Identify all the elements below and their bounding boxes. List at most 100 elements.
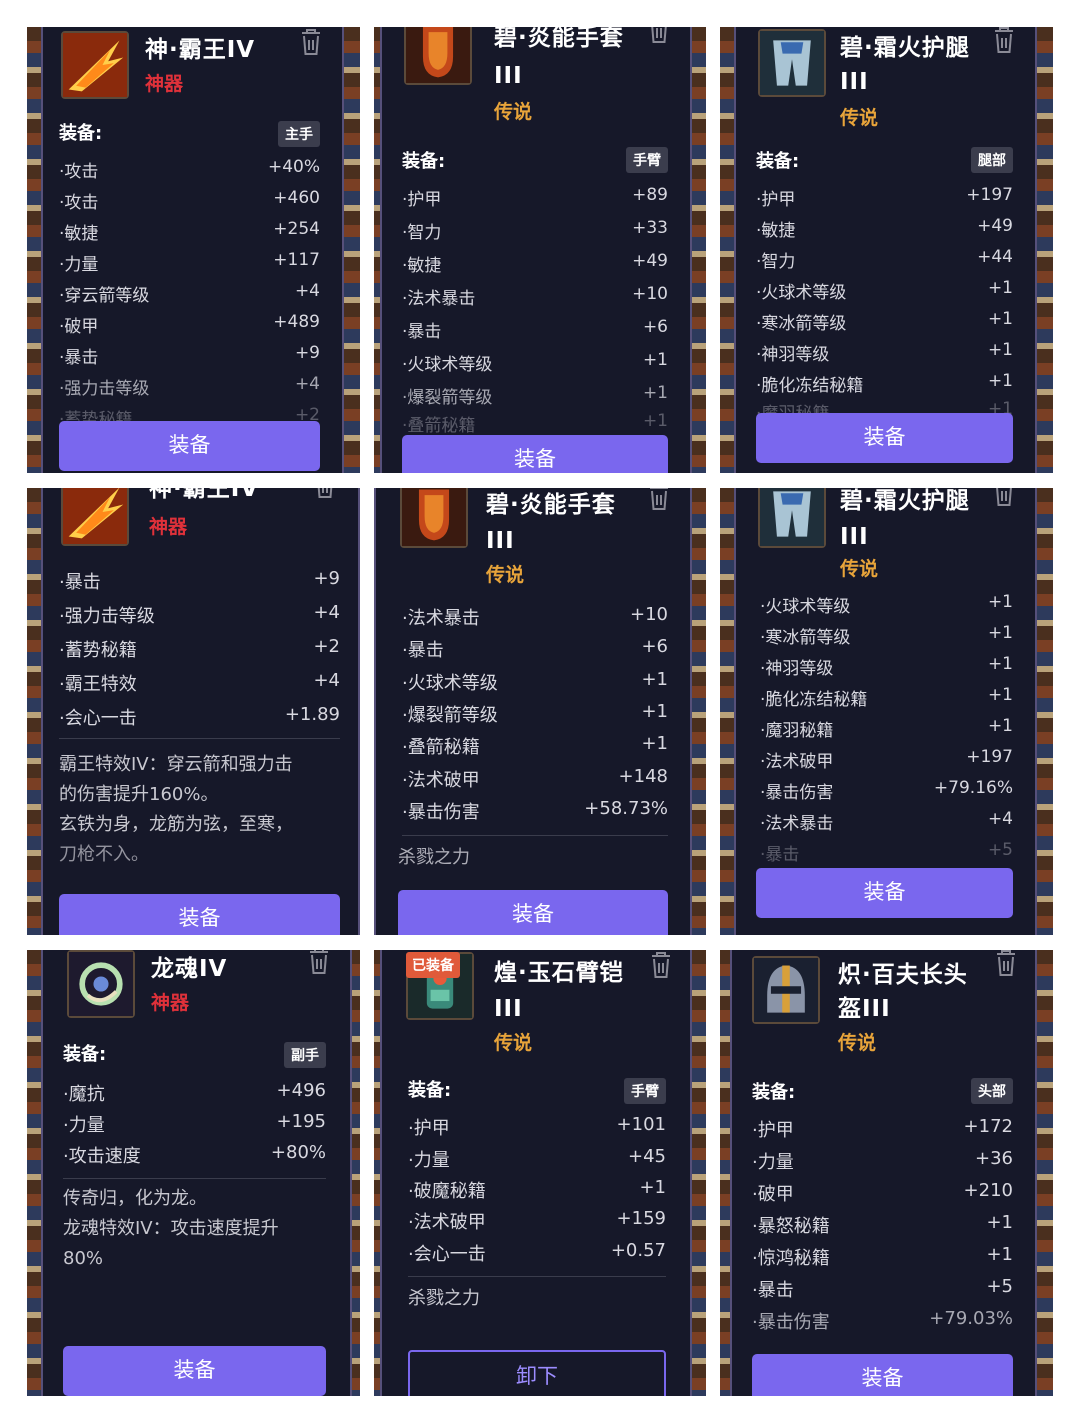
stat-row: ·护甲 +101 xyxy=(408,1114,666,1139)
stat-row: ·护甲 +197 xyxy=(756,185,1013,210)
equip-button[interactable]: 装备 xyxy=(59,421,320,471)
screenshot-panel-4: 神·霸王IV 神器 ·暴击 +9 ·强力击等级 +4 ·蓄势秘籍 +2 ·霸王特效 +4… xyxy=(27,488,360,935)
item-card: 碧·霜火护腿 III 传说 ·火球术等级 +1 ·寒冰箭等级 +1 ·神羽等级 +1 … xyxy=(734,488,1037,935)
screenshot-panel-2: 碧·炎能手套 III 传说 装备: 手臂 ·护甲 +89 ·智力 +33 ·敏捷 +4… xyxy=(374,27,706,473)
stat-row: ·脆化冻结秘籍 +1 xyxy=(760,685,1013,710)
stat-row: ·神羽等级 +1 xyxy=(756,340,1013,365)
stat-row: ·攻击 +460 xyxy=(59,188,320,213)
stat-row: ·脆化冻结秘籍 +1 xyxy=(756,371,1013,396)
item-card: 碧·炎能手套 III 传说 ·法术暴击 +10 ·暴击 +6 ·火球术等级 +1 ·爆… xyxy=(374,488,692,935)
item-title-line2: 盔III xyxy=(838,996,891,1022)
stat-row: ·暴击 +9 xyxy=(59,343,320,368)
item-title-line2: III xyxy=(494,996,523,1022)
stat-row: ·暴击伤害 +79.16% xyxy=(760,778,1013,803)
stat-row: ·攻击 +40% xyxy=(59,157,320,182)
slot-badge: 头部 xyxy=(971,1078,1013,1104)
stat-row: ·敏捷 +49 xyxy=(756,216,1013,241)
item-rarity: 神器 xyxy=(151,992,190,1014)
stat-row: ·神羽等级 +1 xyxy=(760,654,1013,679)
equip-label: 装备: xyxy=(756,151,800,172)
stat-row: ·力量 +195 xyxy=(63,1111,326,1136)
stat-row: ·会心一击 +1.89 xyxy=(59,704,340,729)
divider xyxy=(402,835,668,836)
divider xyxy=(408,1276,666,1277)
item-description: 杀戮之力 xyxy=(408,1288,480,1309)
trash-icon[interactable] xyxy=(989,488,1019,508)
equip-label: 装备: xyxy=(402,151,446,172)
item-card: 龙魂IV 神器 装备: 副手 ·魔抗 +496 ·力量 +195 ·攻击速度 +80%… xyxy=(41,950,352,1396)
stats-list: ·魔抗 +496 ·力量 +195 ·攻击速度 +80% xyxy=(63,1080,326,1180)
item-rarity: 神器 xyxy=(145,73,184,95)
slot-badge: 手臂 xyxy=(624,1078,666,1104)
stat-row: ·智力 +44 xyxy=(756,247,1013,272)
item-title: 神·霸王IV xyxy=(145,37,256,63)
stats-list: ·暴击 +9 ·强力击等级 +4 ·蓄势秘籍 +2 ·霸王特效 +4 ·会心一击 +1.8… xyxy=(59,568,340,738)
stats-list: ·攻击 +40% ·攻击 +460 ·敏捷 +254 ·力量 +117 ·穿云箭等级 +4… xyxy=(59,157,320,430)
dragon-soul-icon xyxy=(67,950,135,1018)
stat-row: ·破魔秘籍 +1 xyxy=(408,1177,666,1202)
equip-button[interactable]: 装备 xyxy=(402,435,668,473)
stat-row: ·暴击伤害 +58.73% xyxy=(402,798,668,823)
trash-icon[interactable] xyxy=(991,950,1021,978)
stat-row: ·力量 +117 xyxy=(59,250,320,275)
equip-button[interactable]: 装备 xyxy=(756,413,1013,463)
unequip-button[interactable]: 卸下 xyxy=(408,1350,666,1396)
trash-icon[interactable] xyxy=(644,488,674,512)
gauntlet-icon xyxy=(404,27,472,85)
stat-row: ·火球术等级 +1 xyxy=(402,669,668,694)
stat-row: ·爆裂箭等级 +1 xyxy=(402,701,668,726)
stat-row: ·火球术等级 +1 xyxy=(756,278,1013,303)
item-title: 碧·霜火护腿 xyxy=(840,488,970,514)
screenshot-panel-3: 碧·霜火护腿 III 传说 装备: 腿部 ·护甲 +197 ·敏捷 +49 ·智力 +… xyxy=(720,27,1053,473)
item-description: 霸王特效IV：穿云箭和强力击 的伤害提升160%。 玄铁为身，龙筋为弦，至寒， … xyxy=(59,754,293,865)
helmet-icon xyxy=(752,956,820,1024)
stat-row: ·护甲 +89 xyxy=(402,185,668,210)
equip-label: 装备: xyxy=(59,123,103,144)
item-rarity: 传说 xyxy=(840,558,879,580)
stat-row: ·寒冰箭等级 +1 xyxy=(760,623,1013,648)
stat-row: ·敏捷 +49 xyxy=(402,251,668,276)
slot-badge: 主手 xyxy=(278,121,320,147)
trash-icon[interactable] xyxy=(646,950,676,980)
equip-button[interactable]: 装备 xyxy=(756,868,1013,918)
item-rarity: 传说 xyxy=(494,101,533,123)
divider xyxy=(59,738,340,739)
stat-row: ·暴怒秘籍 +1 xyxy=(752,1212,1013,1237)
gauntlet-icon xyxy=(400,488,468,548)
stat-row: ·霸王特效 +4 xyxy=(59,670,340,695)
item-card: 炽·百夫长头 盔III 传说 装备: 头部 ·护甲 +172 ·力量 +36 ·破甲… xyxy=(730,950,1037,1396)
equip-button[interactable]: 装备 xyxy=(398,890,668,935)
stat-row: ·敏捷 +254 xyxy=(59,219,320,244)
stats-list: ·火球术等级 +1 ·寒冰箭等级 +1 ·神羽等级 +1 ·脆化冻结秘籍 +1 ·魔羽秘… xyxy=(760,592,1013,872)
stat-row: ·火球术等级 +1 xyxy=(402,350,668,375)
equip-button[interactable]: 装备 xyxy=(752,1354,1013,1396)
item-title: 碧·炎能手套 xyxy=(494,27,624,51)
trash-icon[interactable] xyxy=(644,27,674,45)
stat-row: ·法术破甲 +159 xyxy=(408,1208,666,1233)
trash-icon[interactable] xyxy=(296,27,326,57)
item-title: 神·霸王IV xyxy=(149,488,260,502)
stat-row: ·法术暴击 +4 xyxy=(760,809,1013,834)
stat-row: ·法术暴击 +10 xyxy=(402,284,668,309)
stat-row: ·力量 +45 xyxy=(408,1146,666,1171)
equip-button[interactable]: 装备 xyxy=(59,894,340,935)
item-title: 龙魂IV xyxy=(151,956,228,982)
stat-row: ·魔羽秘籍+1 xyxy=(760,716,1013,741)
trash-icon[interactable] xyxy=(304,950,334,976)
trash-icon[interactable] xyxy=(310,488,340,500)
equip-button[interactable]: 装备 xyxy=(63,1346,326,1396)
stat-row: ·爆裂箭等级 +1 xyxy=(402,383,668,408)
trash-icon[interactable] xyxy=(989,27,1019,55)
screenshot-panel-5: 碧·炎能手套 III 传说 ·法术暴击 +10 ·暴击 +6 ·火球术等级 +1 ·爆… xyxy=(374,488,706,935)
slot-badge: 副手 xyxy=(284,1042,326,1068)
equip-label: 装备: xyxy=(752,1082,796,1103)
equip-label: 装备: xyxy=(408,1080,452,1101)
stat-row: ·暴击 +6 xyxy=(402,636,668,661)
slot-badge: 手臂 xyxy=(626,147,668,173)
item-card: 碧·霜火护腿 III 传说 装备: 腿部 ·护甲 +197 ·敏捷 +49 ·智力 +… xyxy=(734,27,1037,473)
stat-row: ·力量 +36 xyxy=(752,1148,1013,1173)
item-rarity: 传说 xyxy=(838,1032,877,1054)
screenshot-panel-6: 碧·霜火护腿 III 传说 ·火球术等级 +1 ·寒冰箭等级 +1 ·神羽等级 +1 … xyxy=(720,488,1053,935)
item-rarity: 传说 xyxy=(486,564,525,586)
stats-list: ·护甲 +172 ·力量 +36 ·破甲 +210 ·暴怒秘籍 +1 ·惊鸿秘籍 +1 ·… xyxy=(752,1116,1013,1346)
